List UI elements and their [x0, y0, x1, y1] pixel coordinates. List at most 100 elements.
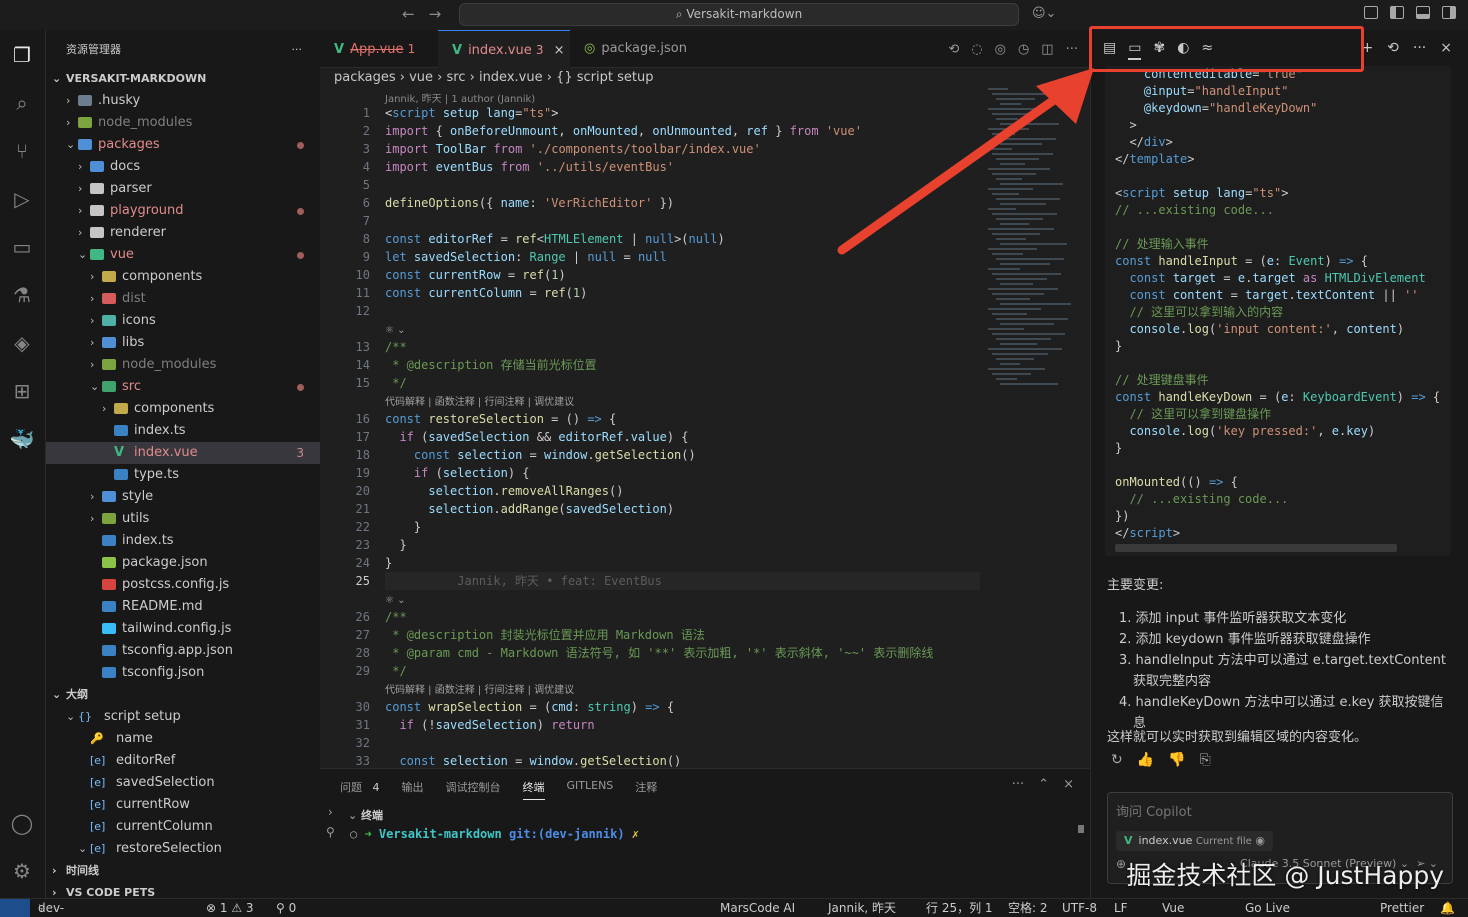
tree-item[interactable]: Vindex.vue 3 — [46, 442, 320, 464]
close-tab-icon[interactable]: × — [554, 43, 565, 58]
marscode-item[interactable]: MarsCode AI — [720, 899, 795, 917]
tab-index-vue[interactable]: Vindex.vue 3 × — [438, 30, 570, 68]
problems-item[interactable]: ⊗ 1 ⚠ 3 — [206, 899, 254, 917]
thumbs-down-icon[interactable]: 👎 — [1168, 752, 1185, 768]
tree-item[interactable]: › .husky — [46, 90, 320, 112]
tree-item[interactable]: README.md — [46, 596, 320, 618]
thumbs-up-icon[interactable]: 👍 — [1137, 752, 1154, 768]
toggle-secondary-sidebar-icon[interactable] — [1442, 6, 1456, 19]
tree-item[interactable]: › renderer — [46, 222, 320, 244]
close-panel-icon[interactable]: × — [1063, 777, 1074, 792]
gitlens-icon[interactable]: ◈ — [9, 330, 35, 356]
more-actions-icon[interactable]: ··· — [292, 43, 303, 56]
prettier[interactable]: Prettier — [1380, 899, 1424, 917]
tab-terminal[interactable]: 终端 — [522, 779, 545, 800]
explorer-icon[interactable]: ❐ — [9, 42, 35, 68]
encoding[interactable]: UTF-8 — [1062, 899, 1097, 917]
tree-item[interactable]: › dist — [46, 288, 320, 310]
indentation[interactable]: 空格: 2 — [1008, 899, 1048, 917]
chat-input[interactable] — [1116, 805, 1416, 820]
horizontal-scrollbar[interactable] — [1115, 544, 1397, 552]
open-changes-icon[interactable]: ⟲ — [948, 42, 959, 57]
workspace-root[interactable]: ⌄ VERSAKIT-MARKDOWN — [46, 68, 320, 90]
tab-comments[interactable]: 注释 — [635, 779, 657, 800]
accounts-icon[interactable]: ◯ — [9, 810, 35, 836]
extensions-icon[interactable]: ⊞ — [9, 378, 35, 404]
tree-item[interactable]: tailwind.config.js — [46, 618, 320, 640]
breadcrumb[interactable]: packages › vue › src › index.vue › {} sc… — [334, 70, 653, 85]
terminal-prompt[interactable]: ○ ➜ Versakit-markdown git:(dev-jannik) ✗ — [350, 827, 639, 841]
tree-item[interactable]: › components — [46, 398, 320, 420]
tree-item[interactable]: › parser — [46, 178, 320, 200]
manage-gear-icon[interactable]: ⚙ — [9, 858, 35, 884]
timeline-section-header[interactable]: › 时间线 — [46, 860, 320, 882]
tree-item[interactable]: › docs — [46, 156, 320, 178]
go-live[interactable]: Go Live — [1245, 899, 1290, 917]
remote-indicator-icon[interactable] — [0, 899, 30, 917]
insert-icon[interactable]: ⎘ — [1200, 752, 1211, 768]
tree-item[interactable]: type.ts — [46, 464, 320, 486]
back-arrow-icon[interactable]: ← — [402, 5, 415, 23]
tree-item[interactable]: › node_modules — [46, 112, 320, 134]
close-icon[interactable]: × — [1440, 40, 1452, 56]
outline-item[interactable]: 🔑 name — [46, 728, 320, 750]
remote-explorer-icon[interactable]: ▭ — [9, 234, 35, 260]
tree-item[interactable]: ⌄ src — [46, 376, 320, 398]
tree-item[interactable]: › icons — [46, 310, 320, 332]
more-actions-icon[interactable]: ··· — [1066, 42, 1078, 57]
outline-item[interactable]: ⌄{} script setup — [46, 706, 320, 728]
gitlens-next-icon[interactable]: ◎ — [995, 42, 1006, 57]
copilot-menu-icon[interactable]: ☺⌄ — [1032, 6, 1056, 21]
tab-problems[interactable]: 问题 4 — [340, 779, 380, 800]
customize-layout-icon[interactable] — [1364, 6, 1378, 19]
tree-item[interactable]: tsconfig.json — [46, 662, 320, 684]
tab-output[interactable]: 输出 — [402, 779, 424, 800]
maximize-panel-icon[interactable]: ⌃ — [1038, 777, 1049, 792]
terminal-scrollbar[interactable] — [1078, 825, 1084, 833]
outline-item[interactable]: ⌄ [e] restoreSelection — [46, 838, 320, 860]
outline-section-header[interactable]: ⌄ 大纲 — [46, 684, 320, 706]
notifications-bell-icon[interactable]: 🔔 — [1440, 899, 1455, 917]
debug-icon[interactable]: ⚲ — [326, 825, 335, 839]
tree-item[interactable]: tsconfig.app.json — [46, 640, 320, 662]
tree-item[interactable]: › components — [46, 266, 320, 288]
history-icon[interactable]: ⟲ — [1387, 40, 1399, 56]
tab-gitlens[interactable]: GITLENS — [567, 779, 614, 800]
ports-item[interactable]: ⚲ 0 — [276, 899, 296, 917]
tab-debug-console[interactable]: 调试控制台 — [446, 779, 501, 800]
chevron-right-icon[interactable]: › — [328, 805, 333, 819]
tree-item[interactable]: › node_modules — [46, 354, 320, 376]
tree-item[interactable]: › libs — [46, 332, 320, 354]
outline-item[interactable]: [e] editorRef — [46, 750, 320, 772]
timeline-icon[interactable]: ◷ — [1018, 42, 1029, 57]
run-debug-icon[interactable]: ▷ — [9, 186, 35, 212]
tree-item[interactable]: index.ts — [46, 530, 320, 552]
tab-app-vue[interactable]: V App.vue 1 — [320, 30, 438, 68]
tree-item[interactable]: index.ts — [46, 420, 320, 442]
tree-item[interactable]: › playground — [46, 200, 320, 222]
more-actions-icon[interactable]: ··· — [1012, 777, 1024, 792]
tree-item[interactable]: ⌄ vue — [46, 244, 320, 266]
eol[interactable]: LF — [1114, 899, 1128, 917]
forward-arrow-icon[interactable]: → — [429, 5, 442, 23]
split-editor-icon[interactable]: ◫ — [1041, 42, 1053, 57]
tree-item[interactable]: › utils — [46, 508, 320, 530]
terminal-title[interactable]: ⌄ 终端 — [348, 807, 383, 823]
toggle-primary-sidebar-icon[interactable] — [1390, 6, 1404, 19]
tree-item[interactable]: package.json — [46, 552, 320, 574]
blame-header[interactable]: Jannik, 昨天 | 1 author (Jannik) — [385, 90, 535, 105]
outline-item[interactable]: [e] savedSelection — [46, 772, 320, 794]
attach-icon[interactable]: ⊕ — [1116, 857, 1126, 871]
docker-icon[interactable]: 🐳 — [9, 426, 35, 452]
source-control-icon[interactable]: ⑂ — [9, 138, 35, 164]
outline-item[interactable]: [e] currentRow — [46, 794, 320, 816]
tab-package-json[interactable]: ◎ package.json — [570, 30, 700, 68]
cursor-position[interactable]: 行 25，列 1 — [926, 899, 993, 917]
language-mode[interactable]: Vue — [1162, 899, 1184, 917]
gitlens-prev-icon[interactable]: ◌ — [971, 42, 982, 57]
eye-icon[interactable]: ◉ — [1255, 834, 1265, 847]
tree-item[interactable]: › style — [46, 486, 320, 508]
command-center-search[interactable]: ⌕ Versakit-markdown — [459, 3, 1019, 26]
chat-code-block[interactable]: contenteditable="true" @input="handleInp… — [1105, 66, 1451, 556]
tree-item[interactable]: postcss.config.js — [46, 574, 320, 596]
